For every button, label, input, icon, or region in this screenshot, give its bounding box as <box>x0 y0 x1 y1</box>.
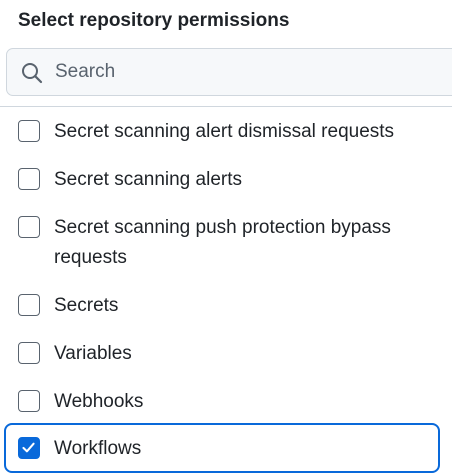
checkbox-checked[interactable] <box>18 437 40 459</box>
search-input[interactable] <box>55 57 435 87</box>
permission-label: Secret scanning alert dismissal requests <box>54 121 395 142</box>
permission-label: Variables <box>54 343 132 364</box>
permission-item-secret-scanning-alerts[interactable]: Secret scanning alerts <box>4 164 440 196</box>
checkbox-unchecked[interactable] <box>18 120 40 142</box>
permission-label: Workflows <box>54 438 142 459</box>
checkbox-unchecked[interactable] <box>18 390 40 412</box>
checkbox-unchecked[interactable] <box>18 342 40 364</box>
permission-item-variables[interactable]: Variables <box>4 338 440 370</box>
divider <box>0 106 452 107</box>
permission-label: Secrets <box>54 295 119 316</box>
permission-label: Webhooks <box>54 391 144 412</box>
permission-label: Secret scanning alerts <box>54 169 242 190</box>
search-box[interactable] <box>6 48 452 96</box>
checkbox-unchecked[interactable] <box>18 216 40 238</box>
permission-item-secret-scanning-alert-dismissal-requests[interactable]: Secret scanning alert dismissal requests <box>4 116 440 148</box>
checkbox-unchecked[interactable] <box>18 168 40 190</box>
dialog-title: Select repository permissions <box>18 10 290 31</box>
checkbox-unchecked[interactable] <box>18 294 40 316</box>
permission-label: Secret scanning push protection bypass r… <box>54 217 391 268</box>
permission-item-secrets[interactable]: Secrets <box>4 290 440 322</box>
search-icon <box>22 63 43 84</box>
checkmark-icon <box>22 442 35 453</box>
permission-item-webhooks[interactable]: Webhooks <box>4 386 440 418</box>
permission-item-secret-scanning-push-protection-bypass-requests[interactable]: Secret scanning push protection bypass r… <box>4 212 440 274</box>
permission-item-workflows[interactable]: Workflows <box>4 423 440 473</box>
